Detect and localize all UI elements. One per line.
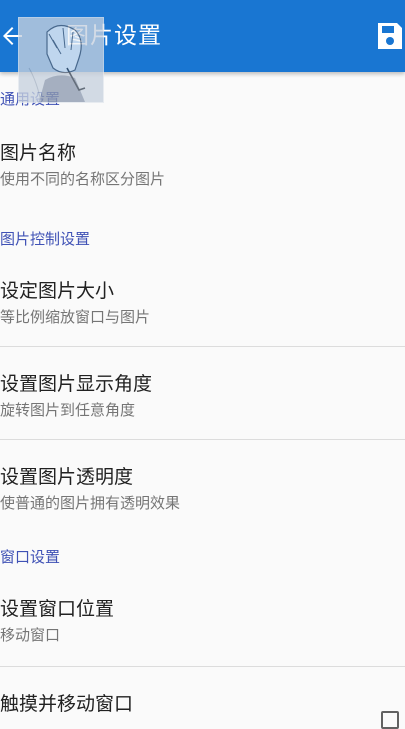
pref-title: 设定图片大小 [0,280,115,302]
pref-title: 触摸并移动窗口 [0,693,134,715]
pref-title: 设置图片透明度 [0,466,134,488]
pref-image-opacity[interactable]: 设置图片透明度 使普通的图片拥有透明效果 [0,440,405,522]
pref-summary: 等比例缩放窗口与图片 [0,308,151,326]
pref-title: 图片名称 [0,142,77,164]
pref-image-rotation[interactable]: 设置图片显示角度 旋转图片到任意角度 [0,347,405,440]
section-header-image-control: 图片控制设置 [0,210,405,254]
pref-summary: 移动窗口 [0,626,61,644]
section-header-window: 窗口设置 [0,522,405,572]
pref-title: 设置图片显示角度 [0,373,153,395]
pref-title: 设置窗口位置 [0,598,115,620]
section-header-label: 图片控制设置 [0,230,91,248]
save-icon [378,23,402,49]
pref-summary: 使用不同的名称区分图片 [0,170,166,188]
touch-move-checkbox[interactable] [381,711,399,729]
pref-image-name[interactable]: 图片名称 使用不同的名称区分图片 [0,114,405,210]
section-header-label: 窗口设置 [0,548,61,566]
pref-touch-move-window[interactable]: 触摸并移动窗口 [0,667,405,729]
pref-summary: 旋转图片到任意角度 [0,401,136,419]
pref-window-position[interactable]: 设置窗口位置 移动窗口 [0,572,405,667]
image-preview-thumbnail[interactable] [18,17,104,103]
pref-summary: 使普通的图片拥有透明效果 [0,494,181,512]
pref-image-size[interactable]: 设定图片大小 等比例缩放窗口与图片 [0,254,405,347]
save-button[interactable] [372,16,405,56]
preferences-list: 通用设置 图片名称 使用不同的名称区分图片 图片控制设置 设定图片大小 等比例缩… [0,72,405,729]
anime-character-image [19,18,103,102]
